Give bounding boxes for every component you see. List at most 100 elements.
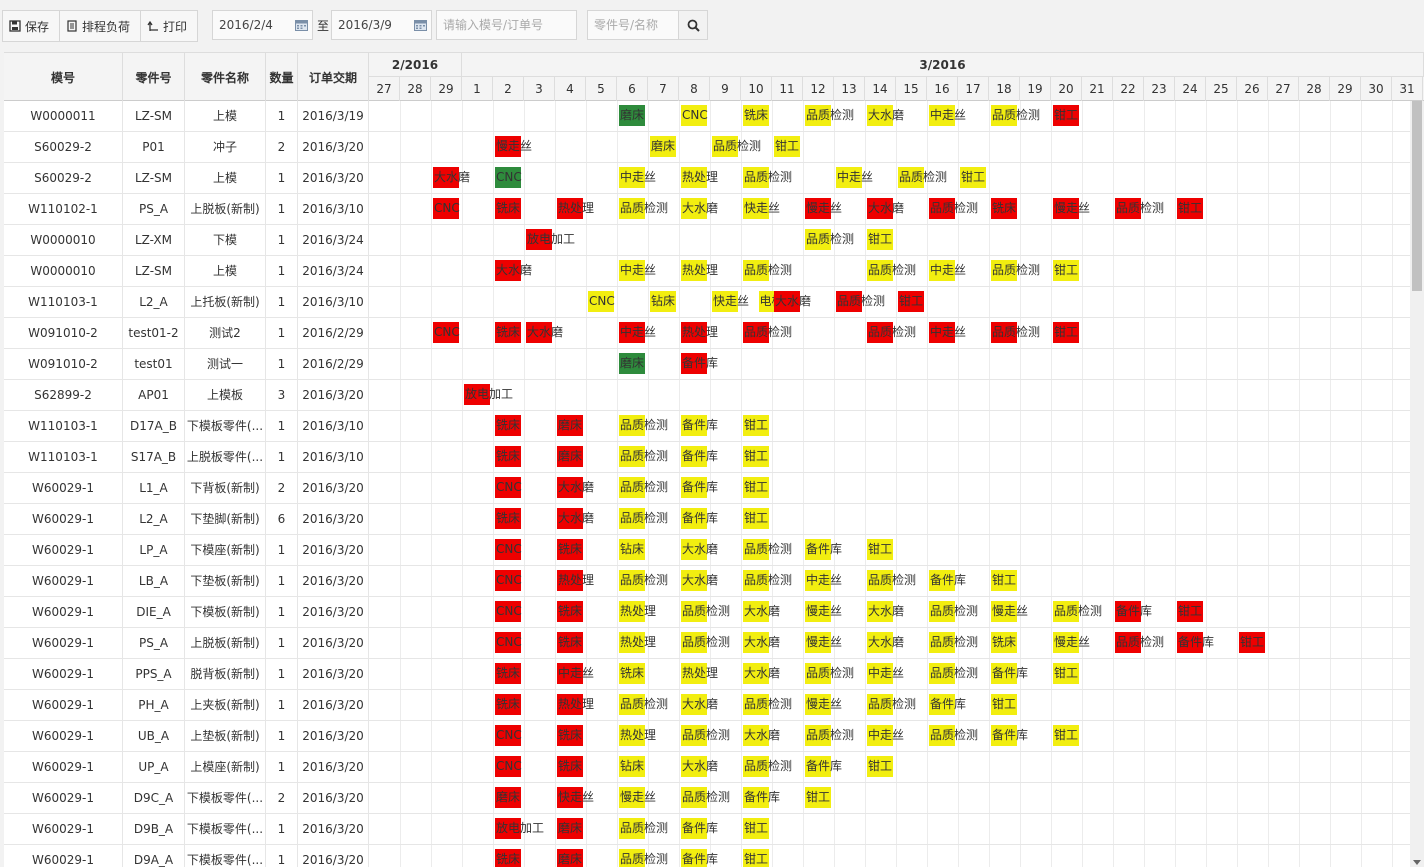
schedule-load-button[interactable]: 排程负荷: [60, 11, 142, 41]
task-block[interactable]: 大水磨: [743, 632, 780, 653]
task-block[interactable]: 品质检测: [743, 756, 792, 777]
task-block[interactable]: 大水磨: [867, 105, 904, 126]
task-block[interactable]: 铣床: [557, 601, 583, 622]
task-block[interactable]: 磨床: [650, 136, 676, 157]
task-block[interactable]: 大水磨: [681, 756, 718, 777]
task-block[interactable]: CNC: [495, 570, 522, 591]
search-button[interactable]: [678, 10, 708, 40]
task-block[interactable]: 品质检测: [929, 601, 978, 622]
task-block[interactable]: 热处理: [557, 198, 594, 219]
calendar-icon[interactable]: [295, 19, 308, 31]
task-block[interactable]: 钳工: [867, 756, 893, 777]
task-block[interactable]: 铣床: [619, 663, 645, 684]
task-block[interactable]: 品质检测: [619, 446, 668, 467]
print-button[interactable]: 打印: [141, 11, 197, 41]
table-row[interactable]: W60029-1 DIE_A 下模板(新制) 1 2016/3/20 CNC 铣床 热处理 品质…: [4, 597, 1424, 628]
mold-order-search-field[interactable]: [436, 10, 577, 40]
task-block[interactable]: 钳工: [1053, 322, 1079, 343]
task-block[interactable]: 慢走丝: [805, 601, 842, 622]
task-block[interactable]: 备件库: [681, 353, 718, 374]
task-block[interactable]: 热处理: [619, 725, 656, 746]
task-block[interactable]: CNC: [495, 539, 522, 560]
task-block[interactable]: 热处理: [681, 663, 718, 684]
task-block[interactable]: 备件库: [1177, 632, 1214, 653]
task-block[interactable]: CNC: [433, 198, 460, 219]
task-block[interactable]: 品质检测: [619, 570, 668, 591]
task-block[interactable]: 大水磨: [495, 260, 532, 281]
scroll-down-arrow-icon[interactable]: [1413, 860, 1421, 865]
task-block[interactable]: 钻床: [650, 291, 676, 312]
task-block[interactable]: 磨床: [619, 105, 645, 126]
task-block[interactable]: 品质检测: [619, 508, 668, 529]
task-block[interactable]: 放电加工: [526, 229, 575, 250]
task-block[interactable]: 品质检测: [867, 570, 916, 591]
task-block[interactable]: 铣床: [495, 415, 521, 436]
table-row[interactable]: W110103-1 D17A_B 下模板零件(... 1 2016/3/10 铣床 磨床 品质…: [4, 411, 1424, 442]
task-block[interactable]: 品质检测: [867, 260, 916, 281]
task-block[interactable]: 放电加工: [464, 384, 513, 405]
task-block[interactable]: 中走丝: [619, 167, 656, 188]
task-block[interactable]: CNC: [495, 632, 522, 653]
task-block[interactable]: 品质检测: [619, 477, 668, 498]
task-block[interactable]: 品质检测: [929, 632, 978, 653]
task-block[interactable]: 钳工: [991, 694, 1017, 715]
task-block[interactable]: 中走丝: [836, 167, 873, 188]
task-block[interactable]: 品质检测: [619, 818, 668, 839]
task-block[interactable]: 品质检测: [681, 632, 730, 653]
task-block[interactable]: 钳工: [867, 539, 893, 560]
task-block[interactable]: 热处理: [557, 570, 594, 591]
task-block[interactable]: 品质检测: [1115, 198, 1164, 219]
table-row[interactable]: W60029-1 LP_A 下模座(新制) 1 2016/3/20 CNC 铣床 钻床 大水磨 品…: [4, 535, 1424, 566]
task-block[interactable]: 热处理: [681, 260, 718, 281]
task-block[interactable]: 品质检测: [619, 849, 668, 867]
task-block[interactable]: CNC: [681, 105, 708, 126]
task-block[interactable]: 钳工: [960, 167, 986, 188]
task-block[interactable]: 快走丝: [712, 291, 749, 312]
col-header-mold[interactable]: 模号: [4, 53, 123, 101]
task-block[interactable]: 中走丝: [805, 570, 842, 591]
col-header-part-no[interactable]: 零件号: [123, 53, 185, 101]
task-block[interactable]: 中走丝: [619, 322, 656, 343]
task-block[interactable]: 钳工: [898, 291, 924, 312]
task-block[interactable]: 大水磨: [526, 322, 563, 343]
task-block[interactable]: 品质检测: [805, 229, 854, 250]
task-block[interactable]: 品质检测: [681, 787, 730, 808]
task-block[interactable]: 品质检测: [867, 322, 916, 343]
col-header-part-name[interactable]: 零件名称: [185, 53, 266, 101]
task-block[interactable]: 铣床: [495, 694, 521, 715]
table-row[interactable]: S60029-2 LZ-SM 上模 1 2016/3/20 大水磨 CNC 中走丝 热处理 品质检…: [4, 163, 1424, 194]
task-block[interactable]: 铣床: [991, 198, 1017, 219]
task-block[interactable]: 放电加工: [495, 818, 544, 839]
task-block[interactable]: 品质检测: [681, 725, 730, 746]
task-block[interactable]: 备件库: [681, 849, 718, 867]
task-block[interactable]: 中走丝: [619, 260, 656, 281]
task-block[interactable]: 钳工: [867, 229, 893, 250]
task-block[interactable]: 大水磨: [743, 663, 780, 684]
task-block[interactable]: 磨床: [557, 446, 583, 467]
task-block[interactable]: 中走丝: [929, 260, 966, 281]
task-block[interactable]: 品质检测: [619, 198, 668, 219]
task-block[interactable]: 慢走丝: [1053, 198, 1090, 219]
task-block[interactable]: 钳工: [1239, 632, 1265, 653]
task-block[interactable]: 快走丝: [557, 787, 594, 808]
table-row[interactable]: W091010-2 test01 测试一 1 2016/2/29 磨床 备件库: [4, 349, 1424, 380]
task-block[interactable]: 品质检测: [743, 539, 792, 560]
task-block[interactable]: 中走丝: [929, 322, 966, 343]
task-block[interactable]: 热处理: [681, 167, 718, 188]
task-block[interactable]: 品质检测: [681, 601, 730, 622]
table-row[interactable]: S60029-2 P01 冲子 2 2016/3/20 慢走丝 磨床 品质检测 钳工: [4, 132, 1424, 163]
table-row[interactable]: W60029-1 PPS_A 脱背板(新制) 1 2016/3/20 铣床 中走丝 铣床 热处理…: [4, 659, 1424, 690]
task-block[interactable]: 钳工: [743, 446, 769, 467]
start-date-field[interactable]: [212, 10, 313, 40]
task-block[interactable]: 钳工: [1177, 601, 1203, 622]
calendar-icon[interactable]: [414, 19, 427, 31]
vertical-scrollbar[interactable]: [1410, 101, 1424, 867]
task-block[interactable]: 品质检测: [929, 663, 978, 684]
task-block[interactable]: 备件库: [681, 477, 718, 498]
task-block[interactable]: CNC: [495, 725, 522, 746]
task-block[interactable]: 大水磨: [557, 477, 594, 498]
task-block[interactable]: 备件库: [1115, 601, 1152, 622]
task-block[interactable]: 铣床: [495, 322, 521, 343]
save-button[interactable]: 保存: [3, 11, 61, 41]
task-block[interactable]: 品质检测: [743, 322, 792, 343]
